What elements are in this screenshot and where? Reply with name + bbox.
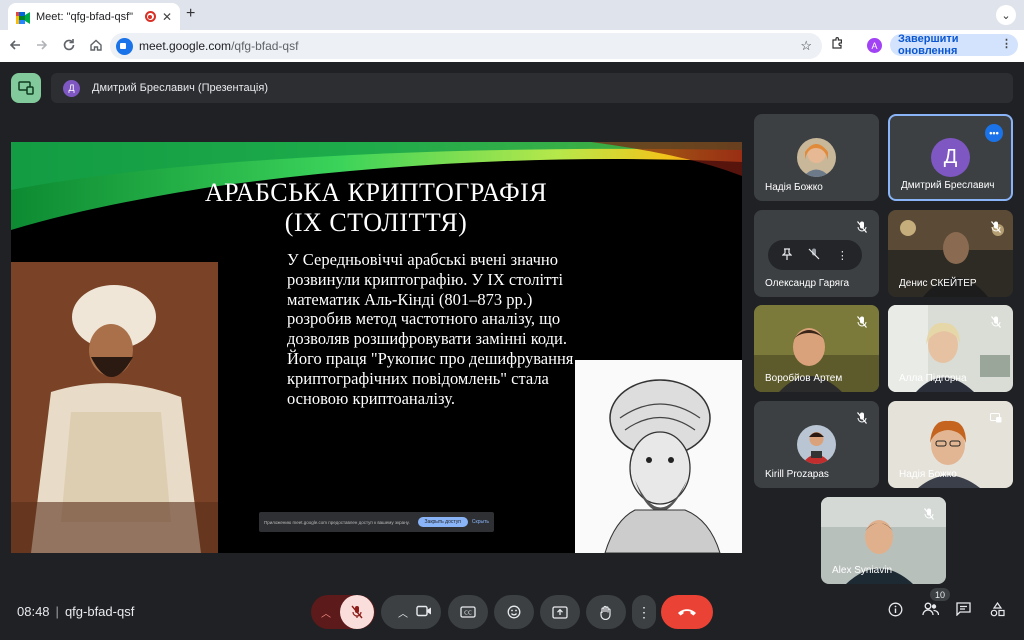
participant-name: Надія Божко xyxy=(765,182,823,193)
participant-name: Олександр Гаряга xyxy=(765,278,850,289)
camera-control-group: ︿ xyxy=(381,595,441,629)
presenter-avatar: Д xyxy=(63,79,80,97)
presenter-label: Дмитрий Бреславич (Презентація) xyxy=(92,82,268,94)
presentation-toggle-icon[interactable] xyxy=(11,73,41,103)
forward-arrow-icon[interactable] xyxy=(30,38,54,55)
meeting-info: 08:48 | qfg-bfad-qsf xyxy=(17,604,134,619)
browser-tab-meet[interactable]: Meet: "qfg-bfad-qsf" ✕ xyxy=(8,3,180,30)
more-options-button[interactable]: ⋮ xyxy=(632,595,656,629)
svg-text:CC: CC xyxy=(464,611,472,617)
shared-presentation: АРАБСЬКА КРИПТОГРАФІЯ (IX СТОЛІТТЯ) У Се… xyxy=(11,142,742,553)
mic-off-icon xyxy=(922,507,936,521)
tab-title: Meet: "qfg-bfad-qsf" xyxy=(36,10,134,23)
participant-tile-vorobiov-artem[interactable]: Воробйов Артем xyxy=(754,305,879,392)
url-text: meet.google.com/qfg-bfad-qsf xyxy=(139,39,298,53)
participant-tile-dmytrii-breslavych[interactable]: Д ••• Дмитрий Бреславич xyxy=(888,114,1013,201)
hide-notification-link[interactable]: Скрыть xyxy=(472,519,489,525)
video-options-chevron-icon[interactable]: ︿ xyxy=(390,605,416,620)
participant-tile-kirill-prozapas[interactable]: Kirill Prozapas xyxy=(754,401,879,488)
extensions-icon[interactable] xyxy=(830,37,844,54)
participant-tile-alla-pidhorna[interactable]: Алла Підгорна xyxy=(888,305,1013,392)
pin-icon[interactable] xyxy=(781,247,793,263)
emoji-icon xyxy=(507,605,521,619)
reload-icon[interactable] xyxy=(57,38,81,55)
meeting-details-icon[interactable] xyxy=(888,602,903,620)
participant-name: Денис СКЕЙТЕР xyxy=(899,278,977,289)
mic-off-icon xyxy=(855,315,869,329)
participant-name: Алла Підгорна xyxy=(899,373,967,384)
presenter-bar: Д Дмитрий Бреславич (Презентація) xyxy=(51,73,1013,103)
participant-tile-alex-syniavin[interactable]: Alex Syniavin xyxy=(821,497,946,584)
update-button-label: Завершити оновлення xyxy=(898,33,959,57)
tile-hover-controls: ⋮ xyxy=(768,240,862,270)
star-icon[interactable]: ☆ xyxy=(800,38,812,54)
slide-title-line1: АРАБСЬКА КРИПТОГРАФІЯ xyxy=(204,178,548,207)
captions-icon: CC xyxy=(460,606,476,618)
mic-off-icon xyxy=(855,220,869,234)
chat-icon[interactable] xyxy=(956,602,971,619)
url-path: /qfg-bfad-qsf xyxy=(231,39,299,53)
slide-title-line2: (IX СТОЛІТТЯ) xyxy=(284,208,468,237)
activities-icon[interactable] xyxy=(990,601,1005,620)
leave-call-button[interactable] xyxy=(661,595,713,629)
mic-off-toggle-button[interactable] xyxy=(340,595,374,629)
url-host: meet.google.com xyxy=(139,39,232,53)
al-kindi-painting-image xyxy=(11,262,218,553)
browser-menu-icon[interactable]: ⋮ xyxy=(1001,37,1012,50)
captions-button[interactable]: CC xyxy=(448,595,488,629)
al-kindi-sketch-image xyxy=(575,360,742,553)
participant-photo-avatar xyxy=(797,138,836,177)
screen-present-icon xyxy=(989,411,1003,425)
separator: | xyxy=(55,604,59,619)
microphone-control-group: ︿ xyxy=(311,595,375,629)
participant-name: Воробйов Артем xyxy=(765,373,843,384)
participant-tile-denys-skeiter[interactable]: Денис СКЕЙТЕР xyxy=(888,210,1013,297)
meeting-code: qfg-bfad-qsf xyxy=(64,604,135,619)
slide-title: АРАБСЬКА КРИПТОГРАФІЯ (IX СТОЛІТТЯ) xyxy=(181,178,571,238)
address-bar[interactable]: meet.google.com/qfg-bfad-qsf ☆ xyxy=(110,33,822,59)
profile-avatar[interactable]: A xyxy=(867,38,882,53)
back-arrow-icon[interactable] xyxy=(3,38,27,55)
people-icon[interactable] xyxy=(922,602,940,619)
new-tab-button[interactable]: + xyxy=(186,5,195,23)
stop-sharing-button[interactable]: Закрыть доступ xyxy=(417,517,468,527)
participant-name: Дмитрий Бреславич xyxy=(901,180,995,191)
participant-name: Alex Syniavin xyxy=(832,565,893,576)
mic-off-icon xyxy=(855,411,869,425)
clock-time: 08:48 xyxy=(17,604,50,619)
hand-icon xyxy=(600,605,611,620)
mute-participant-icon[interactable] xyxy=(808,248,820,263)
update-button[interactable]: Завершити оновлення ⋮ xyxy=(890,33,1018,57)
screen-share-notification: Приложению meet.google.com предоставлен … xyxy=(259,512,494,532)
home-icon[interactable] xyxy=(84,38,108,55)
participant-photo-avatar xyxy=(797,425,836,464)
more-vert-icon: ⋮ xyxy=(637,603,651,620)
participant-name: Kirill Prozapas xyxy=(765,469,829,480)
mic-off-icon xyxy=(989,315,1003,329)
participant-tile-nadiia-bozhko[interactable]: Надія Божко xyxy=(754,114,879,201)
notification-text: Приложению meet.google.com предоставлен … xyxy=(264,519,410,525)
slide-body-text: У Середньовіччі арабські вчені значно ро… xyxy=(287,250,574,408)
audio-options-chevron-icon[interactable]: ︿ xyxy=(312,605,340,620)
tab-close-icon[interactable]: ✕ xyxy=(162,10,172,24)
present-now-button[interactable] xyxy=(540,595,580,629)
raise-hand-button[interactable] xyxy=(586,595,626,629)
present-screen-icon xyxy=(552,605,568,619)
meet-favicon-icon xyxy=(16,11,30,24)
site-info-icon[interactable] xyxy=(116,37,133,55)
hang-up-icon xyxy=(678,609,696,616)
camera-toggle-button[interactable] xyxy=(416,604,432,620)
participant-name: Надія Божко xyxy=(899,469,957,480)
recording-icon xyxy=(144,11,156,22)
participant-tile-oleksandr-gariaga[interactable]: ⋮ Олександр Гаряга xyxy=(754,210,879,297)
browser-tab-bar: Meet: "qfg-bfad-qsf" ✕ + ⌄ xyxy=(0,0,1024,30)
more-options-icon[interactable]: ••• xyxy=(985,124,1003,142)
mic-off-icon xyxy=(989,220,1003,234)
participant-count-badge: 10 xyxy=(930,588,950,601)
tab-search-icon[interactable]: ⌄ xyxy=(996,5,1016,25)
participant-letter-avatar: Д xyxy=(931,138,970,177)
tile-more-icon[interactable]: ⋮ xyxy=(837,249,848,262)
reactions-button[interactable] xyxy=(494,595,534,629)
participant-tile-nadiia-bozhko-video[interactable]: Надія Божко xyxy=(888,401,1013,488)
